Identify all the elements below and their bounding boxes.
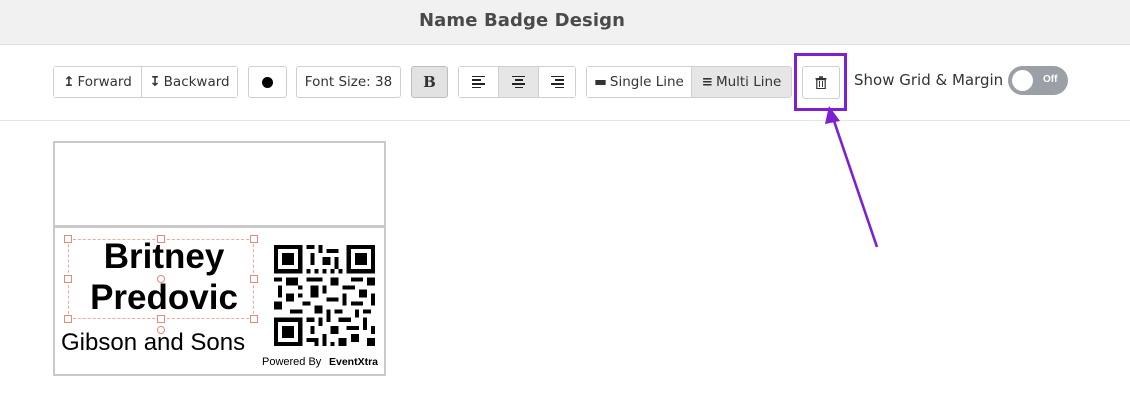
align-left-button[interactable] <box>459 67 498 97</box>
align-right-button[interactable] <box>538 67 575 97</box>
multi-line-label: Multi Line <box>715 74 782 90</box>
delete-highlight-box <box>794 53 847 111</box>
arrow-up-icon: ↥ <box>63 74 75 90</box>
align-right-icon <box>550 75 564 89</box>
company-name-text[interactable]: Gibson and Sons <box>61 329 245 357</box>
align-left-icon <box>472 75 485 89</box>
toggle-knob <box>1012 70 1033 91</box>
badge-header-area[interactable] <box>53 141 386 227</box>
last-name: Predovic <box>90 278 238 317</box>
header-bar: Name Badge Design <box>0 0 1130 45</box>
backward-label: Backward <box>163 74 230 90</box>
eventxtra-logo: EventXtra <box>329 356 379 368</box>
toggle-state-label: Off <box>1043 74 1058 85</box>
multi-line-button[interactable]: ≡ Multi Line <box>691 67 791 97</box>
align-center-button[interactable] <box>498 67 538 97</box>
multi-line-icon: ≡ <box>701 74 713 90</box>
first-name: Britney <box>103 237 225 276</box>
single-line-label: Single Line <box>609 74 684 90</box>
alignment-group <box>458 66 576 98</box>
qr-code-icon[interactable] <box>274 245 375 346</box>
powered-by-text: Powered By <box>262 356 322 368</box>
layer-order-group: ↥ Forward ↧ Backward <box>53 66 238 98</box>
font-size-label: Font Size: 38 <box>304 74 393 90</box>
arrow-down-icon: ↧ <box>149 74 161 90</box>
font-size-button[interactable]: Font Size: 38 <box>296 66 401 98</box>
backward-button[interactable]: ↧ Backward <box>141 67 237 97</box>
toolbar-divider <box>0 120 1130 121</box>
grid-margin-toggle[interactable]: Off <box>1008 66 1068 95</box>
line-mode-group: ▬ Single Line ≡ Multi Line <box>586 66 792 98</box>
color-button[interactable] <box>248 66 287 98</box>
badge-body-area: Britney Predovic Gibson and Sons Powered… <box>53 226 386 376</box>
page-title: Name Badge Design <box>419 10 625 31</box>
grid-margin-label: Show Grid & Margin <box>854 71 1004 89</box>
attendee-name-text[interactable]: Britney Predovic <box>69 236 259 318</box>
bold-label: B <box>423 73 436 91</box>
single-line-button[interactable]: ▬ Single Line <box>587 67 691 97</box>
forward-label: Forward <box>77 74 132 90</box>
forward-button[interactable]: ↥ Forward <box>54 67 141 97</box>
align-center-icon <box>512 75 525 89</box>
color-dot-icon <box>262 76 273 88</box>
bold-button[interactable]: B <box>411 66 448 98</box>
single-line-icon: ▬ <box>594 74 607 90</box>
